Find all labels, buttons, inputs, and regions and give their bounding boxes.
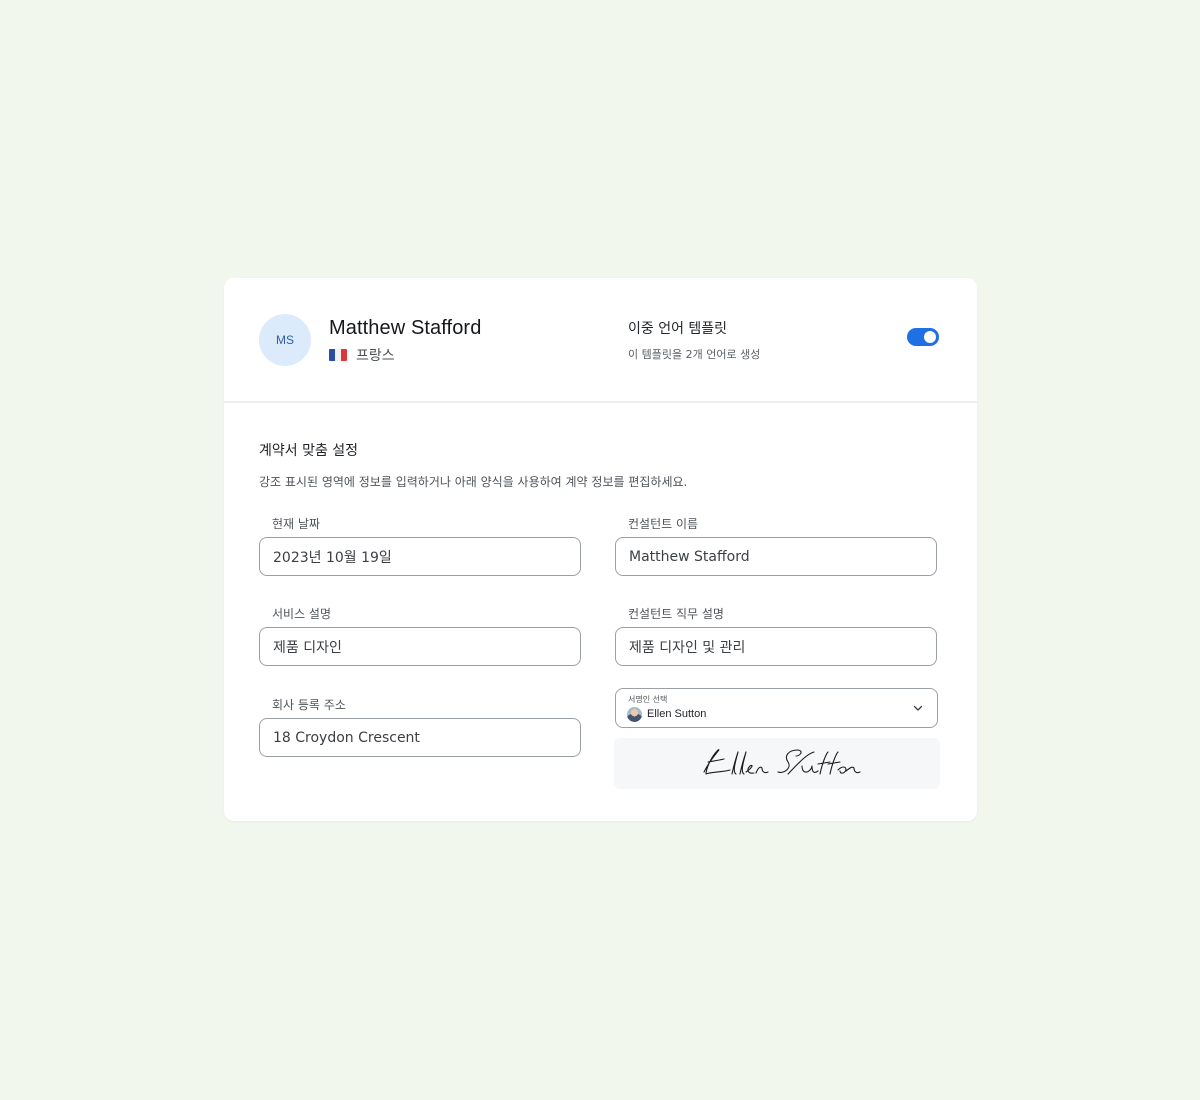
signature-preview — [614, 738, 940, 789]
consultant-role-field[interactable]: 제품 디자인 및 관리 — [615, 627, 937, 666]
consultant-name-field[interactable]: Matthew Stafford — [615, 537, 937, 576]
contract-card: MS Matthew Stafford 프랑스 이중 언어 템플릿 이 템플릿을… — [224, 278, 977, 821]
france-flag-icon — [329, 349, 347, 361]
current-date-value: 2023년 10월 19일 — [273, 549, 392, 566]
bilingual-title: 이중 언어 템플릿 — [628, 321, 728, 337]
service-description-field[interactable]: 제품 디자인 — [259, 627, 581, 666]
avatar: MS — [259, 314, 311, 366]
signer-select-value: Ellen Sutton — [647, 708, 707, 720]
consultant-role-label: 컨설턴트 직무 설명 — [628, 607, 724, 621]
company-address-field[interactable]: 18 Croydon Crescent — [259, 718, 581, 757]
bilingual-subtitle: 이 템플릿을 2개 언어로 생성 — [628, 348, 761, 361]
country-label: 프랑스 — [356, 348, 395, 364]
consultant-name-label: 컨설턴트 이름 — [628, 517, 699, 531]
company-address-value: 18 Croydon Crescent — [273, 729, 420, 746]
toggle-knob — [924, 331, 936, 343]
signer-avatar — [627, 707, 642, 722]
company-address-label: 회사 등록 주소 — [272, 698, 346, 712]
chevron-down-icon — [913, 705, 923, 711]
service-description-value: 제품 디자인 — [273, 639, 342, 656]
profile-country: 프랑스 — [329, 345, 395, 365]
signer-select-label: 서명인 선택 — [628, 695, 668, 704]
consultant-name-value: Matthew Stafford — [629, 548, 750, 565]
service-description-label: 서비스 설명 — [272, 607, 332, 621]
current-date-label: 현재 날짜 — [272, 517, 320, 531]
signer-select[interactable]: 서명인 선택 Ellen Sutton — [615, 688, 938, 728]
section-description: 강조 표시된 영역에 정보를 입력하거나 아래 양식을 사용하여 계약 정보를 … — [259, 475, 688, 489]
bilingual-toggle[interactable] — [907, 328, 939, 346]
consultant-role-value: 제품 디자인 및 관리 — [629, 639, 746, 656]
current-date-field[interactable]: 2023년 10월 19일 — [259, 537, 581, 576]
signature-graphic — [703, 749, 861, 775]
profile-header: MS Matthew Stafford 프랑스 이중 언어 템플릿 이 템플릿을… — [224, 278, 977, 403]
section-title: 계약서 맞춤 설정 — [259, 443, 359, 459]
profile-name: Matthew Stafford — [329, 317, 482, 339]
